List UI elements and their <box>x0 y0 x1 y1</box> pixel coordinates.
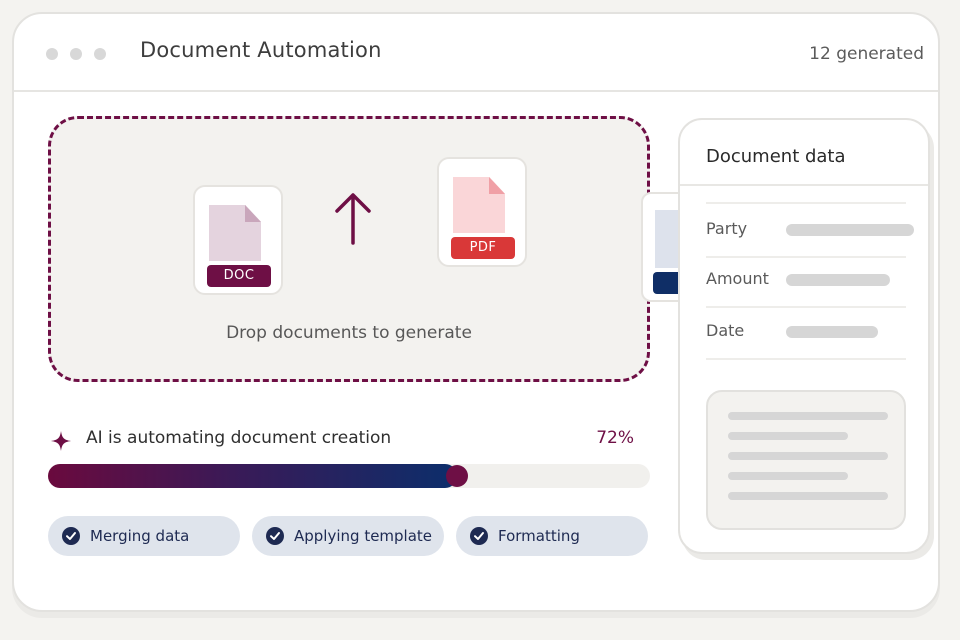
step-chip-template: Applying template <box>252 516 444 556</box>
pdf-badge: PDF <box>451 237 515 259</box>
document-preview <box>706 390 906 530</box>
field-label: Date <box>706 321 745 340</box>
document-data-panel: Document data Party Amount Date <box>678 118 930 554</box>
drop-zone[interactable]: DOC PDF Drop documents to generate <box>48 116 650 382</box>
check-circle-icon <box>470 527 488 545</box>
field-row-amount: Amount <box>706 254 906 308</box>
field-label: Amount <box>706 269 769 288</box>
field-value-placeholder <box>786 274 890 286</box>
divider <box>680 184 928 186</box>
window-dot[interactable] <box>94 48 106 60</box>
status-row: AI is automating document creation 72% <box>50 428 634 454</box>
window-dot[interactable] <box>46 48 58 60</box>
status-text: AI is automating document creation <box>86 428 392 448</box>
window-dot[interactable] <box>70 48 82 60</box>
pdf-file-card[interactable]: PDF <box>437 157 527 267</box>
field-label: Party <box>706 219 748 238</box>
doc-file-card[interactable]: DOC <box>193 185 283 295</box>
app-window: Document Automation 12 generated DOC PDF… <box>12 12 940 612</box>
field-row-party: Party <box>706 202 914 258</box>
preview-line <box>728 472 848 480</box>
preview-line <box>728 452 888 460</box>
generated-count: 12 generated <box>809 44 924 64</box>
page-fold-icon <box>489 177 505 194</box>
preview-line <box>728 412 888 420</box>
drop-instructions: Drop documents to generate <box>226 323 472 343</box>
field-value-placeholder <box>786 326 878 338</box>
page-fold-icon <box>245 205 261 222</box>
step-label: Applying template <box>294 527 433 545</box>
check-circle-icon <box>266 527 284 545</box>
check-circle-icon <box>62 527 80 545</box>
doc-badge: DOC <box>207 265 271 287</box>
step-label: Merging data <box>90 527 190 545</box>
up-arrow-icon <box>335 193 371 245</box>
step-chip-formatting: Formatting <box>456 516 648 556</box>
preview-line <box>728 492 888 500</box>
progress-percent: 72% <box>596 428 634 448</box>
field-value-placeholder <box>786 224 914 236</box>
panel-title: Document data <box>706 146 846 167</box>
title-bar: Document Automation 12 generated <box>14 14 938 92</box>
step-chip-merging: Merging data <box>48 516 240 556</box>
progress-bar <box>48 464 650 488</box>
progress-fill <box>48 464 457 488</box>
field-row-date: Date <box>706 306 906 360</box>
preview-line <box>728 432 848 440</box>
progress-handle <box>446 465 468 487</box>
step-label: Formatting <box>498 527 580 545</box>
sparkle-icon <box>51 431 71 451</box>
app-title: Document Automation <box>140 38 382 62</box>
